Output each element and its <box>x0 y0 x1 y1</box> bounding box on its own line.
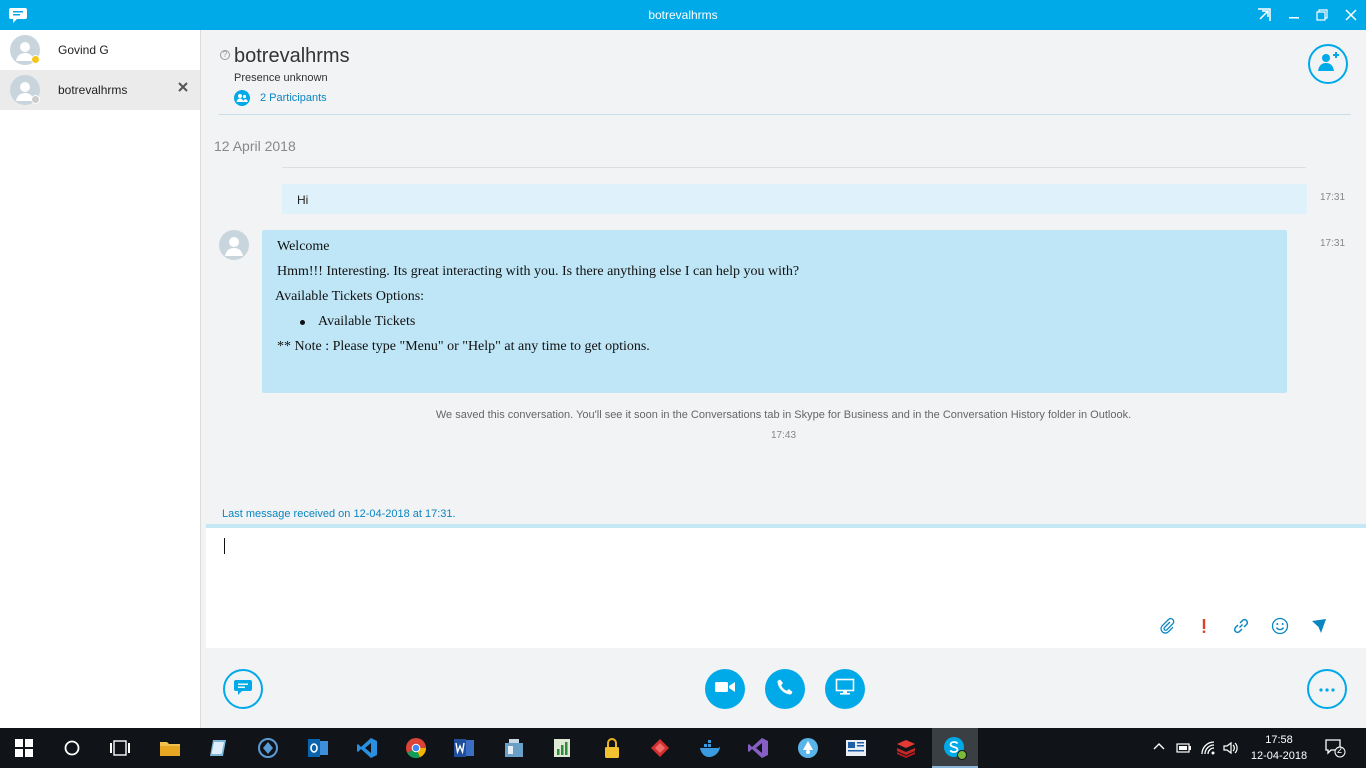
clock-time: 17:58 <box>1265 734 1293 746</box>
audio-call-button[interactable] <box>765 669 805 709</box>
network-app-icon[interactable] <box>256 736 280 760</box>
close-conversation-icon[interactable] <box>176 80 190 94</box>
stack-app-icon[interactable] <box>894 736 918 760</box>
date-divider <box>282 167 1306 168</box>
participants-count: 2 Participants <box>260 92 327 104</box>
message-text: Hi <box>297 193 309 207</box>
message-time: 17:31 <box>1320 192 1346 203</box>
word-app-icon[interactable] <box>452 736 476 760</box>
conversation-name: botrevalhrms <box>58 83 128 97</box>
message-line: ** Note : Please type "Menu" or "Help" a… <box>277 339 650 354</box>
windows-start-icon[interactable] <box>12 736 36 760</box>
close-button[interactable] <box>1337 0 1365 30</box>
presence-status: Presence unknown <box>234 72 328 84</box>
file-explorer-icon[interactable] <box>158 736 182 760</box>
conversation-pane: ? botrevalhrms Presence unknown 2 Partic… <box>201 30 1366 728</box>
send-icon[interactable] <box>1309 616 1329 636</box>
add-participant-button[interactable] <box>1308 44 1348 84</box>
toolbox-app-icon[interactable] <box>502 736 526 760</box>
skype-for-business-icon <box>943 736 967 760</box>
outgoing-message: Hi <box>282 184 1307 214</box>
emoticon-icon[interactable] <box>1270 616 1290 636</box>
video-camera-icon <box>714 679 736 700</box>
conversation-item-botrevalhrms[interactable]: botrevalhrms <box>0 70 200 110</box>
im-button[interactable] <box>223 669 263 709</box>
vscode-app-icon[interactable] <box>355 736 379 760</box>
high-importance-icon[interactable] <box>1194 616 1214 636</box>
more-options-button[interactable] <box>1307 669 1347 709</box>
presence-unknown-indicator <box>31 95 40 104</box>
system-clock[interactable]: 17:58 12-04-2018 <box>1250 732 1308 764</box>
incoming-message: Welcome Hmm!!! Interesting. Its great in… <box>262 230 1287 393</box>
link-icon[interactable] <box>1231 616 1251 636</box>
message-line: Welcome <box>277 239 330 254</box>
phone-icon <box>776 678 794 701</box>
volume-icon[interactable] <box>1222 740 1238 756</box>
restore-button[interactable] <box>1308 0 1336 30</box>
header-divider <box>219 114 1351 115</box>
battery-icon[interactable] <box>1176 740 1192 756</box>
message-time: 17:31 <box>1320 238 1346 249</box>
presence-unknown-icon: ? <box>220 50 230 60</box>
chevron-up-icon[interactable] <box>1152 740 1168 756</box>
saved-conversation-note: We saved this conversation. You'll see i… <box>435 409 1132 421</box>
news-app-icon[interactable] <box>844 736 868 760</box>
window-title: botrevalhrms <box>648 8 718 22</box>
chat-bubble-icon <box>233 677 253 702</box>
conversation-date: 12 April 2018 <box>214 138 296 154</box>
notification-count: 2 <box>1337 745 1343 755</box>
message-input[interactable] <box>206 528 1366 648</box>
attach-icon[interactable] <box>1157 616 1177 636</box>
ellipsis-icon <box>1318 680 1336 698</box>
present-screen-button[interactable] <box>825 669 865 709</box>
title-bar: botrevalhrms <box>0 0 1366 30</box>
participants-icon <box>234 90 250 106</box>
bullet-marker <box>300 320 305 325</box>
action-center-icon[interactable]: 2 <box>1324 738 1346 758</box>
chrome-app-icon[interactable] <box>404 736 428 760</box>
skype-taskbar-button[interactable] <box>932 728 978 768</box>
visual-studio-app-icon[interactable] <box>746 736 770 760</box>
monitor-icon <box>835 678 855 701</box>
last-message-status: Last message received on 12-04-2018 at 1… <box>222 508 456 520</box>
text-cursor <box>224 538 225 554</box>
add-person-icon <box>1317 51 1339 78</box>
popout-icon[interactable] <box>1250 0 1278 30</box>
windows-taskbar: 17:58 12-04-2018 2 <box>0 728 1366 768</box>
message-list-item: Available Tickets <box>318 314 416 329</box>
outlook-app-icon[interactable] <box>306 736 330 760</box>
saved-note-time: 17:43 <box>770 430 797 441</box>
diamond-app-icon[interactable] <box>648 736 672 760</box>
minimize-button[interactable] <box>1280 0 1308 30</box>
docker-app-icon[interactable] <box>698 736 722 760</box>
cortana-search-icon[interactable] <box>60 736 84 760</box>
sync-app-icon[interactable] <box>796 736 820 760</box>
conversation-item-govind[interactable]: Govind G <box>0 30 200 70</box>
message-line: Available Tickets Options: <box>275 289 425 304</box>
conversation-list: Govind G botrevalhrms <box>0 30 201 728</box>
task-view-icon[interactable] <box>108 736 132 760</box>
bot-avatar <box>219 230 249 260</box>
project-app-icon[interactable] <box>550 736 574 760</box>
lock-app-icon[interactable] <box>600 736 624 760</box>
clock-date: 12-04-2018 <box>1250 750 1308 762</box>
video-call-button[interactable] <box>705 669 745 709</box>
notepad-app-icon[interactable] <box>206 736 230 760</box>
participants-link[interactable]: 2 Participants <box>234 90 327 106</box>
wifi-icon[interactable] <box>1200 740 1216 756</box>
presence-away-indicator <box>31 55 40 64</box>
contact-name: botrevalhrms <box>234 45 350 67</box>
message-line: Hmm!!! Interesting. Its great interactin… <box>277 264 800 279</box>
conversation-name: Govind G <box>58 43 109 57</box>
